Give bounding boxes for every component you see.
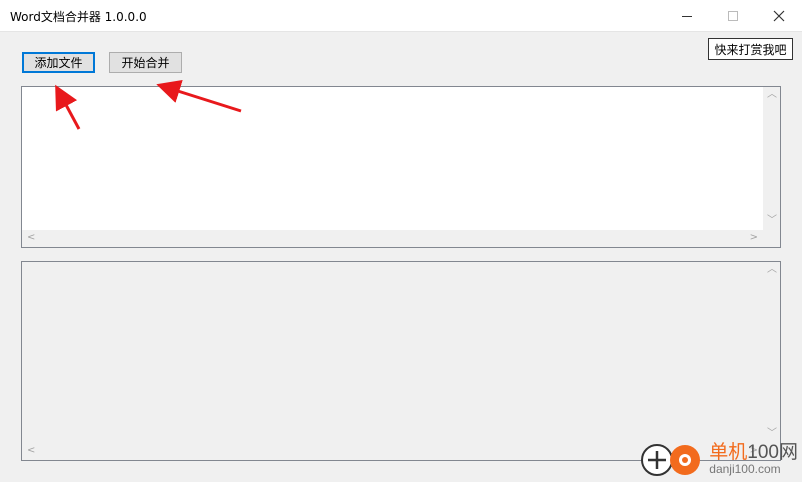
close-button[interactable] (756, 0, 802, 31)
file-list-horizontal-scrollbar[interactable]: < > (22, 230, 763, 247)
watermark-logo-icon (641, 444, 701, 476)
watermark: 单机100网 danji100.com (641, 440, 798, 478)
minimize-button[interactable] (664, 0, 710, 31)
scroll-up-icon[interactable]: ︿ (767, 265, 777, 275)
scroll-down-icon[interactable]: ﹀ (767, 216, 777, 226)
maximize-icon (728, 10, 738, 21)
watermark-cn: 单机 (709, 441, 748, 463)
output-log-area[interactable] (22, 262, 763, 443)
start-merge-button[interactable]: 开始合并 (109, 52, 182, 73)
output-log-panel[interactable]: ︿ ﹀ < > (21, 261, 781, 461)
scroll-left-icon[interactable]: < (27, 446, 35, 456)
file-list-panel[interactable]: ︿ ﹀ < > (21, 86, 781, 248)
minimize-icon (682, 15, 692, 17)
add-files-button[interactable]: 添加文件 (22, 52, 95, 73)
scroll-down-icon[interactable]: ﹀ (767, 429, 777, 439)
scroll-right-icon[interactable]: > (750, 233, 758, 243)
file-list-area[interactable] (22, 87, 763, 230)
scroll-up-icon[interactable]: ︿ (767, 90, 777, 100)
scroll-left-icon[interactable]: < (27, 233, 35, 243)
watermark-num: 100网 (747, 441, 798, 463)
output-log-vertical-scrollbar[interactable]: ︿ ﹀ (763, 262, 780, 443)
file-list-vertical-scrollbar[interactable]: ︿ ﹀ (763, 87, 780, 230)
title-bar: Word文档合并器 1.0.0.0 (0, 0, 802, 32)
reward-button[interactable]: 快来打赏我吧 (708, 38, 793, 60)
maximize-button[interactable] (710, 0, 756, 31)
scrollbar-corner (763, 230, 780, 247)
window-title: Word文档合并器 1.0.0.0 (10, 10, 147, 24)
close-icon (773, 10, 785, 21)
watermark-url: danji100.com (709, 461, 781, 476)
